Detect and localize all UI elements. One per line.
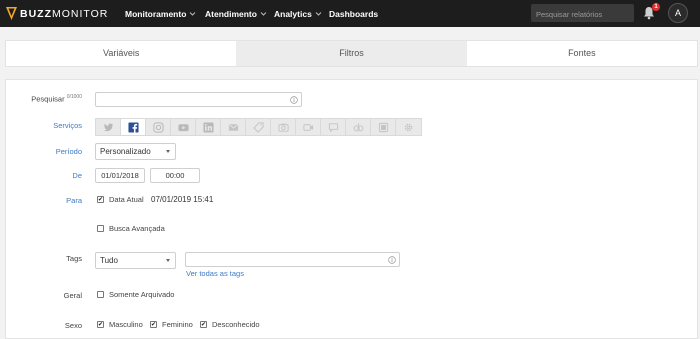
instagram-icon (152, 121, 164, 133)
nav-monitoramento[interactable]: Monitoramento (125, 0, 196, 27)
service-video[interactable] (296, 119, 321, 135)
data-atual-value: 07/01/2019 15:41 (151, 195, 214, 204)
video-icon (302, 123, 313, 131)
checkbox-unchecked (97, 291, 104, 298)
tab-filtros[interactable]: Filtros (236, 41, 467, 66)
service-camera[interactable] (271, 119, 296, 135)
service-chat[interactable] (321, 119, 346, 135)
date-from-input[interactable]: 01/01/2018 (95, 168, 145, 183)
nav-analytics[interactable]: Analytics (274, 0, 322, 27)
user-avatar[interactable]: A (668, 3, 688, 23)
somente-arquivado-label: Somente Arquivado (109, 290, 175, 299)
tags-select-value: Tudo (100, 256, 118, 265)
tag-icon (252, 121, 264, 133)
checkbox-checked: ✔ (200, 321, 207, 328)
busca-avancada-checkbox[interactable]: Busca Avançada (97, 224, 165, 233)
logo-text: BUZZMONITOR (20, 7, 109, 20)
chevron-down-icon (315, 12, 322, 16)
nav-dashboards[interactable]: Dashboards (329, 0, 378, 27)
checkbox-unchecked (97, 225, 104, 232)
gear-icon (404, 123, 413, 131)
notification-badge: 1 (652, 3, 660, 11)
periodo-label: Período (55, 147, 82, 156)
service-email[interactable] (221, 119, 246, 135)
data-atual-checkbox[interactable]: ✔ Data Atual (97, 195, 144, 204)
pesquisar-label-text: Pesquisar (31, 94, 65, 104)
nav-monitoramento-label: Monitoramento (125, 8, 187, 19)
pesquisar-char-counter: 0/1000 (66, 94, 82, 100)
facebook-icon (127, 121, 139, 133)
pesquisar-label: Pesquisar 0/1000 (31, 94, 82, 104)
busca-avancada-label: Busca Avançada (109, 224, 165, 233)
service-instagram[interactable] (146, 119, 171, 135)
periodo-select[interactable]: Personalizado (95, 143, 176, 160)
nav-analytics-label: Analytics (274, 8, 312, 19)
sexo-feminino-checkbox[interactable]: ✔ Feminino (150, 320, 193, 329)
logo-mark-icon (6, 7, 17, 20)
sexo-masculino-label: Masculino (109, 320, 143, 329)
tags-label: Tags (66, 254, 82, 263)
para-label: Para (66, 196, 82, 205)
chevron-down-icon (190, 12, 196, 16)
top-navigation-bar: BUZZMONITOR Monitoramento Atendimento An… (0, 0, 700, 27)
service-settings[interactable] (396, 119, 421, 135)
tags-select[interactable]: Tudo (95, 252, 176, 269)
nav-dashboards-label: Dashboards (329, 8, 379, 19)
report-search-input[interactable] (531, 5, 634, 24)
geral-label: Geral (63, 291, 82, 300)
tab-variaveis[interactable]: Variáveis (6, 41, 236, 66)
service-twitter[interactable] (96, 119, 121, 135)
camera-icon (277, 123, 289, 132)
nav-atendimento-label: Atendimento (205, 8, 257, 19)
service-linkedin[interactable] (196, 119, 221, 135)
periodo-select-value: Personalizado (100, 147, 151, 156)
ver-todas-tags-link[interactable]: Ver todas as tags (186, 269, 244, 278)
checkbox-checked: ✔ (97, 321, 104, 328)
sexo-feminino-label: Feminino (162, 320, 193, 329)
reclame-aqui-icon (353, 122, 363, 131)
caret-down-icon (166, 150, 170, 153)
nav-atendimento[interactable]: Atendimento (205, 0, 267, 27)
checkbox-checked: ✔ (150, 321, 157, 328)
service-news[interactable] (371, 119, 396, 135)
youtube-icon (177, 123, 189, 131)
chevron-down-icon (260, 12, 267, 16)
news-icon (378, 122, 388, 132)
filters-panel: Pesquisar 0/1000 Serviços Período Person… (5, 79, 698, 339)
checkbox-checked: ✔ (97, 196, 104, 203)
service-youtube[interactable] (171, 119, 196, 135)
sexo-desconhecido-checkbox[interactable]: ✔ Desconhecido (200, 320, 260, 329)
tags-input[interactable] (185, 252, 400, 267)
servicos-label: Serviços (53, 121, 82, 130)
sexo-masculino-checkbox[interactable]: ✔ Masculino (97, 320, 143, 329)
chat-icon (328, 122, 338, 133)
tab-fontes[interactable]: Fontes (467, 41, 697, 66)
somente-arquivado-checkbox[interactable]: Somente Arquivado (97, 290, 174, 299)
linkedin-icon (202, 121, 214, 133)
time-from-input[interactable]: 00:00 (150, 168, 200, 183)
service-reclame-aqui[interactable] (346, 119, 371, 135)
info-icon[interactable] (388, 255, 396, 264)
sexo-desconhecido-label: Desconhecido (212, 320, 260, 329)
tab-bar: Variáveis Filtros Fontes (5, 40, 698, 67)
caret-down-icon (166, 259, 170, 262)
info-icon[interactable] (290, 95, 298, 104)
report-search (531, 4, 634, 24)
email-icon (228, 123, 238, 131)
buzzmonitor-logo[interactable]: BUZZMONITOR (6, 6, 108, 21)
twitter-icon (103, 123, 113, 131)
service-facebook[interactable] (121, 119, 146, 135)
service-tag[interactable] (246, 119, 271, 135)
data-atual-label: Data Atual (109, 195, 144, 204)
pesquisar-input[interactable] (95, 92, 302, 107)
services-toolbar (95, 118, 422, 136)
de-label: De (72, 171, 82, 180)
